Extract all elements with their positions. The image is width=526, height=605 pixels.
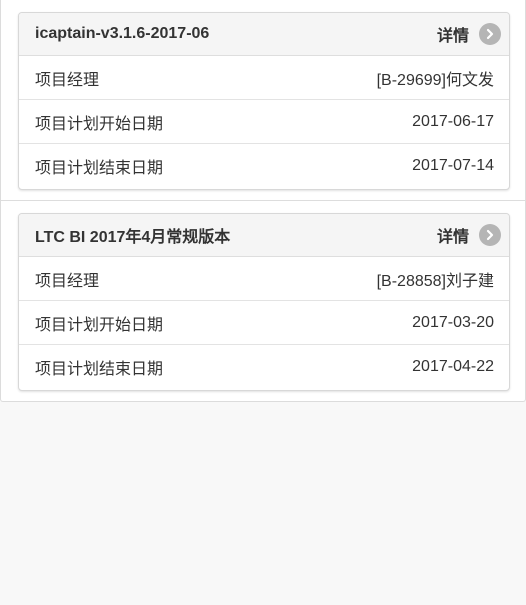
row-label: 项目经理 — [35, 272, 100, 290]
row-label: 项目计划开始日期 — [35, 316, 164, 334]
project-card: LTC BI 2017年4月常规版本 详情 项目经理 [B-28858]刘子建 … — [18, 213, 510, 391]
plan-start-date-row: 项目计划开始日期 2017-06-17 — [19, 100, 509, 144]
project-manager-value: [B-29699]何文发 — [376, 71, 494, 89]
plan-start-date-value: 2017-03-20 — [412, 313, 494, 331]
project-card-header: icaptain-v3.1.6-2017-06 详情 — [19, 13, 509, 56]
plan-start-date-row: 项目计划开始日期 2017-03-20 — [19, 301, 509, 345]
plan-start-date-value: 2017-06-17 — [412, 112, 494, 130]
project-manager-row: 项目经理 [B-29699]何文发 — [19, 56, 509, 100]
project-card-header: LTC BI 2017年4月常规版本 详情 — [19, 214, 509, 257]
chevron-right-circle-icon — [479, 224, 501, 246]
chevron-right-circle-icon — [479, 23, 501, 45]
plan-end-date-row: 项目计划结束日期 2017-04-22 — [19, 345, 509, 389]
detail-button[interactable]: 详情 — [437, 223, 501, 247]
plan-end-date-value: 2017-04-22 — [412, 358, 494, 375]
row-label: 项目计划结束日期 — [35, 361, 164, 378]
project-title: LTC BI 2017年4月常规版本 — [35, 229, 231, 246]
project-title: icaptain-v3.1.6-2017-06 — [35, 25, 210, 42]
detail-label: 详情 — [436, 28, 469, 45]
project-manager-row: 项目经理 [B-28858]刘子建 — [19, 257, 509, 301]
project-card: icaptain-v3.1.6-2017-06 详情 项目经理 [B-29699… — [18, 12, 510, 190]
plan-end-date-value: 2017-07-14 — [412, 157, 494, 174]
row-label: 项目计划开始日期 — [35, 115, 164, 133]
detail-button[interactable]: 详情 — [437, 22, 501, 46]
row-label: 项目计划结束日期 — [35, 160, 164, 177]
row-label: 项目经理 — [35, 71, 100, 89]
detail-label: 详情 — [436, 229, 469, 246]
project-manager-value: [B-28858]刘子建 — [376, 272, 494, 290]
divider — [1, 200, 525, 201]
plan-end-date-row: 项目计划结束日期 2017-07-14 — [19, 144, 509, 188]
project-list-panel: icaptain-v3.1.6-2017-06 详情 项目经理 [B-29699… — [0, 0, 526, 402]
